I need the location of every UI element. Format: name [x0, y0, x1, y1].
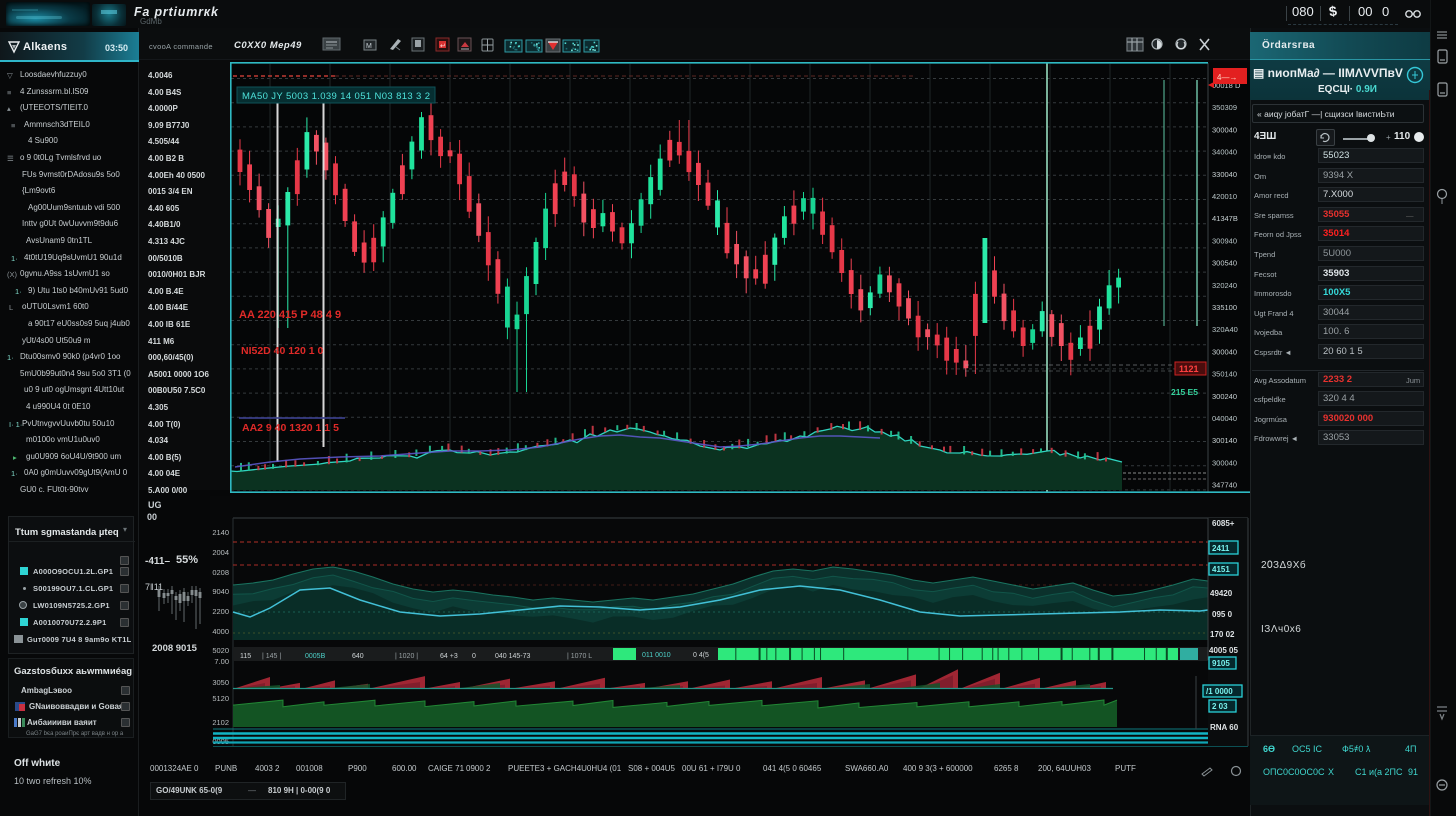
svg-text:0005B: 0005B	[305, 653, 326, 660]
svg-text:1121: 1121	[1179, 364, 1199, 374]
svg-text:2140: 2140	[212, 528, 229, 537]
svg-text:| 1070 L: | 1070 L	[567, 653, 592, 660]
svg-text:MA50 JY 5003 1.039 14 051 N03: MA50 JY 5003 1.039 14 051 N03 813 3 2	[242, 91, 430, 102]
svg-text:7.00: 7.00	[214, 657, 229, 666]
svg-text:215 E5: 215 E5	[1171, 387, 1198, 397]
svg-text:6085+: 6085+	[1212, 519, 1235, 528]
svg-text:M: M	[366, 43, 372, 50]
svg-text:| 1020 |: | 1020 |	[395, 653, 418, 660]
svg-text:4151: 4151	[1212, 565, 1230, 574]
svg-text:300040: 300040	[1212, 125, 1237, 134]
svg-text:NI52D 40 120 1 0: NI52D 40 120 1 0	[241, 345, 323, 357]
svg-text:49420: 49420	[1210, 589, 1233, 598]
svg-text:4—→: 4—→	[1217, 73, 1237, 82]
svg-text:300240: 300240	[1212, 392, 1237, 401]
svg-text:330040: 330040	[1212, 170, 1237, 179]
svg-text:5020: 5020	[212, 646, 229, 655]
svg-text:4005 05: 4005 05	[1209, 646, 1238, 655]
svg-text:/1 0000: /1 0000	[1206, 687, 1233, 696]
svg-text:300040: 300040	[1212, 347, 1237, 356]
svg-text:AA2 9 40 1320 1 1 5: AA2 9 40 1320 1 1 5	[242, 422, 339, 434]
svg-text:040 145-73: 040 145-73	[495, 653, 531, 660]
svg-text:2004: 2004	[212, 548, 229, 557]
svg-text:011 0010: 011 0010	[642, 652, 671, 659]
svg-text:640: 640	[352, 653, 364, 660]
svg-text:AA 220 415 P 48 4 9: AA 220 415 P 48 4 9	[239, 309, 341, 321]
svg-text:320A40: 320A40	[1212, 325, 1238, 334]
svg-text:170 02: 170 02	[1210, 630, 1235, 639]
svg-text:300140: 300140	[1212, 436, 1237, 445]
svg-text:41347B: 41347B	[1212, 214, 1238, 223]
svg-text:420010: 420010	[1212, 192, 1237, 201]
svg-text:| 145 |: | 145 |	[262, 653, 281, 660]
svg-text:350140: 350140	[1212, 370, 1237, 379]
svg-text:347740: 347740	[1212, 481, 1237, 490]
svg-text:2411: 2411	[1212, 544, 1230, 553]
svg-text:0 4(5: 0 4(5	[693, 652, 709, 659]
svg-text:2102: 2102	[212, 718, 229, 727]
svg-text:300040: 300040	[1212, 458, 1237, 467]
svg-text:4000: 4000	[212, 627, 229, 636]
svg-text:64 +3: 64 +3	[440, 653, 458, 660]
svg-text:095 0: 095 0	[1212, 610, 1233, 619]
svg-text:9105: 9105	[1212, 659, 1230, 668]
svg-text:2 03: 2 03	[1212, 702, 1228, 711]
svg-text:9040: 9040	[212, 587, 229, 596]
svg-text:0208: 0208	[212, 568, 229, 577]
svg-text:350309: 350309	[1212, 103, 1237, 112]
svg-text:3050: 3050	[212, 678, 229, 687]
svg-text:040040: 040040	[1212, 414, 1237, 423]
svg-text:300540: 300540	[1212, 259, 1237, 268]
svg-text:115: 115	[240, 653, 251, 660]
svg-text:↵: ↵	[440, 43, 446, 50]
svg-text:0: 0	[472, 653, 476, 660]
svg-text:RNA 60: RNA 60	[1210, 723, 1239, 732]
svg-text:340040: 340040	[1212, 148, 1237, 157]
svg-text:5120: 5120	[212, 694, 229, 703]
svg-text:2200: 2200	[212, 607, 229, 616]
svg-text:300940: 300940	[1212, 236, 1237, 245]
svg-text:320240: 320240	[1212, 281, 1237, 290]
svg-text:335100: 335100	[1212, 303, 1237, 312]
